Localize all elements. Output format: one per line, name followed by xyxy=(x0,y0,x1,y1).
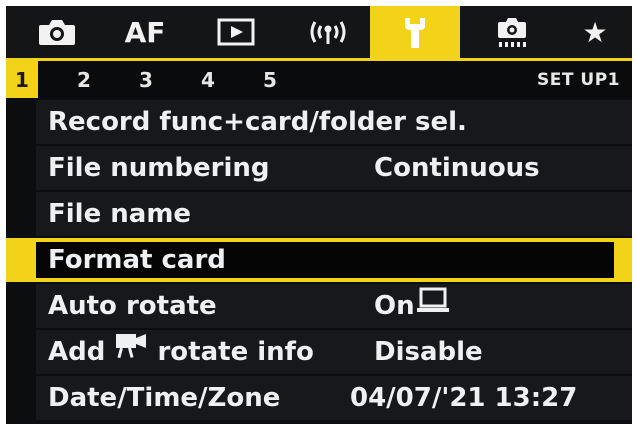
menu-item-auto-rotate[interactable]: Auto rotate On xyxy=(36,284,632,328)
tab-my-menu[interactable]: ★ xyxy=(562,6,628,58)
page-code: SET UP1 xyxy=(537,69,620,90)
tab-af[interactable]: AF xyxy=(110,6,180,58)
menu-item-label: File numbering xyxy=(48,153,270,183)
subtab-1[interactable]: 1 xyxy=(6,61,38,98)
playback-icon xyxy=(216,17,256,47)
menu-item-date-time-zone[interactable]: Date/Time/Zone 04/07/'21 13:27 xyxy=(36,376,632,420)
menu-item-file-name[interactable]: File name xyxy=(36,192,632,236)
menu-item-value: On xyxy=(374,291,415,321)
menu-item-label-post: rotate info xyxy=(157,337,314,367)
tab-wireless[interactable] xyxy=(288,6,368,58)
menu-list: Record func+card/folder sel. File number… xyxy=(6,98,632,420)
subtab-3[interactable]: 3 xyxy=(130,61,162,98)
menu-item-label-wrap: Add rotate info xyxy=(48,330,314,374)
menu-item-label: Date/Time/Zone xyxy=(48,383,281,413)
tab-setup[interactable] xyxy=(370,6,460,58)
tab-custom-functions[interactable] xyxy=(472,6,552,58)
menu-item-value: 04/07/'21 13:27 xyxy=(350,383,578,413)
wireless-icon xyxy=(307,17,349,47)
movie-camera-icon xyxy=(114,331,148,375)
menu-item-label: Auto rotate xyxy=(48,291,217,321)
menu-tab-bar: AF ★ xyxy=(6,6,632,58)
wrench-icon xyxy=(395,14,435,50)
computer-icon xyxy=(415,285,451,329)
tab-af-label: AF xyxy=(124,15,166,49)
menu-item-record-func[interactable]: Record func+card/folder sel. xyxy=(36,100,632,144)
subtab-2[interactable]: 2 xyxy=(68,61,100,98)
tab-shooting[interactable] xyxy=(20,6,94,58)
camera-menu-screen: AF ★ 1 2 3 4 5 SET UP1 Record func+card/… xyxy=(6,6,632,424)
sub-tab-bar: 1 2 3 4 5 SET UP1 xyxy=(6,58,632,98)
custom-function-camera-icon xyxy=(492,15,532,49)
camera-icon xyxy=(37,17,77,47)
star-icon: ★ xyxy=(582,15,608,49)
menu-item-add-rotate-info[interactable]: Add rotate info Disable xyxy=(36,330,632,374)
menu-item-label: Format card xyxy=(48,245,226,275)
menu-item-value: Disable xyxy=(374,337,483,367)
menu-item-value-wrap: On xyxy=(374,284,451,328)
menu-item-format-card[interactable]: Format card xyxy=(6,238,632,282)
menu-item-label: Record func+card/folder sel. xyxy=(48,107,467,137)
menu-item-label: File name xyxy=(48,199,192,229)
menu-item-value: Continuous xyxy=(374,153,540,183)
selection-highlight: Format card xyxy=(36,242,614,278)
tab-playback[interactable] xyxy=(196,6,276,58)
subtab-4[interactable]: 4 xyxy=(192,61,224,98)
menu-item-file-numbering[interactable]: File numbering Continuous xyxy=(36,146,632,190)
subtab-5[interactable]: 5 xyxy=(254,61,286,98)
menu-item-label-pre: Add xyxy=(48,337,106,367)
